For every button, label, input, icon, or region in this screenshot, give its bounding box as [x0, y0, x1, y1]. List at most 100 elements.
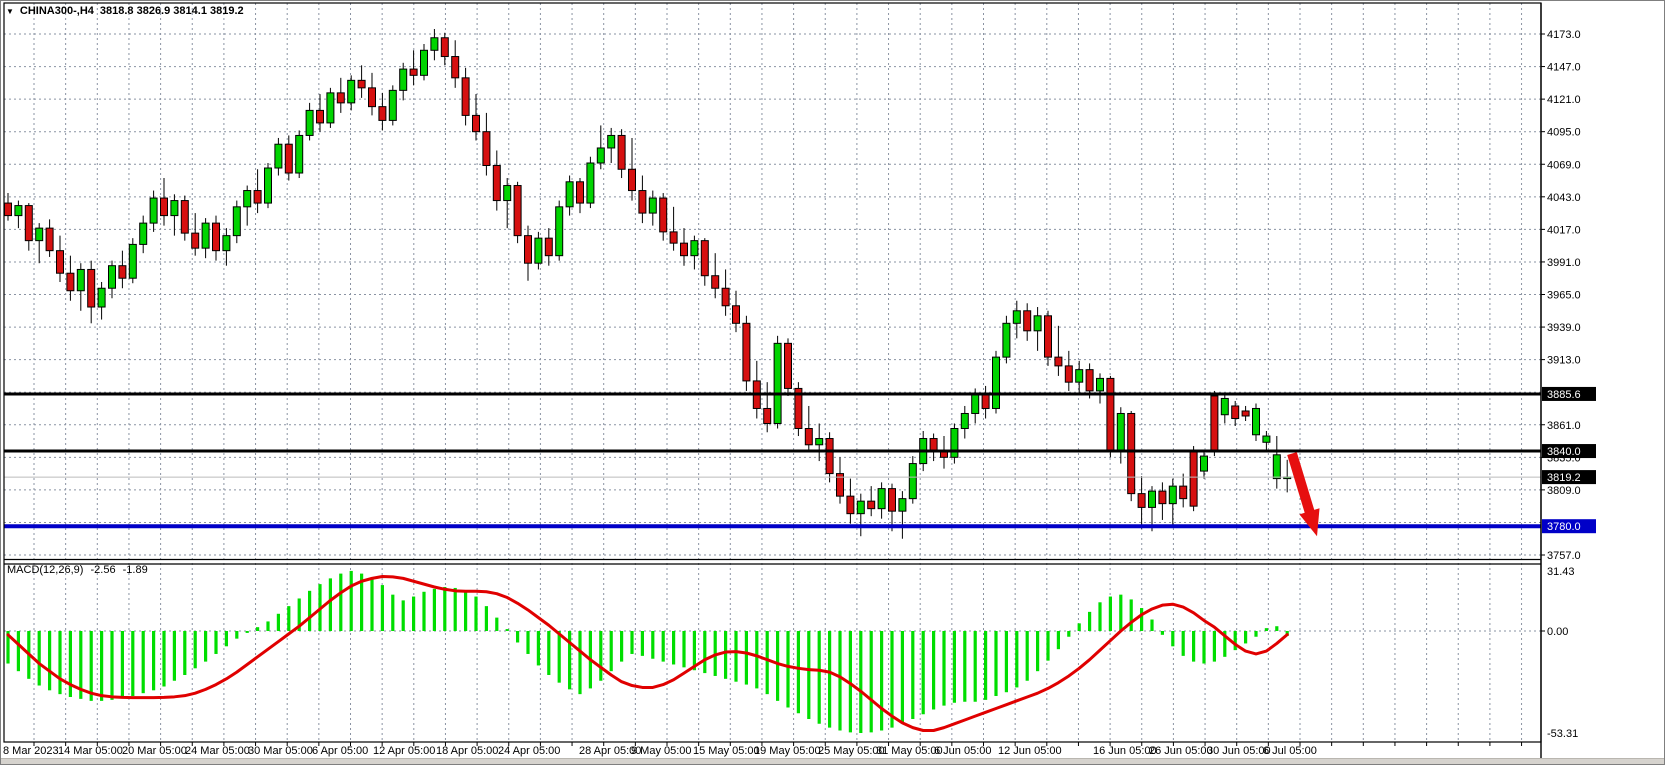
bear-candle — [742, 322, 751, 382]
bull-candle — [1116, 412, 1125, 452]
bull-candle — [1200, 455, 1208, 472]
bear-candle — [45, 227, 54, 252]
bear-candle — [825, 438, 834, 475]
bear-candle — [4, 202, 12, 217]
bull-candle — [222, 235, 231, 252]
time-tick-label: 6 Apr 05:00 — [312, 745, 368, 757]
price-tick-label: 4121.0 — [1547, 94, 1581, 106]
price-tick-label: 3757.0 — [1547, 550, 1581, 562]
price-tick-label: 3991.0 — [1547, 257, 1581, 269]
bull-candle — [1262, 435, 1271, 443]
price-tick-label: 3861.0 — [1547, 420, 1581, 432]
bull-candle — [347, 79, 356, 104]
price-tick-label: 3939.0 — [1547, 322, 1581, 334]
bull-candle — [898, 498, 907, 512]
bear-candle — [482, 131, 491, 167]
time-axis-labels[interactable]: 8 Mar 2023 14 Mar 05:00 20 Mar 05:0024 Mar… — [3, 742, 1523, 757]
bear-candle — [180, 200, 189, 234]
bear-candle — [659, 197, 668, 233]
bear-candle — [929, 438, 938, 452]
bear-candle — [118, 265, 127, 279]
chart-canvas[interactable]: 4173.0 4147.0 4121.0 4095.0 4069.0 4043.0 4017… — [1, 1, 1665, 765]
bull-candle — [856, 500, 865, 515]
bull-candle — [264, 167, 272, 204]
bear-candle — [1044, 315, 1052, 358]
symbol-title-row: ▼ CHINA300-,H4 3818.8 3826.9 3814.1 3819… — [6, 5, 244, 17]
bull-candle — [1168, 485, 1177, 505]
chart-menu-triangle-icon[interactable]: ▼ — [6, 7, 14, 16]
bull-candle — [773, 342, 782, 424]
bear-candle — [638, 190, 647, 214]
bear-candle — [336, 92, 345, 104]
bear-candle — [544, 237, 553, 257]
bear-candle — [784, 342, 792, 389]
bear-candle — [87, 268, 96, 308]
bear-candle — [524, 235, 532, 264]
bull-candle — [1033, 315, 1042, 332]
bear-candle — [1054, 356, 1063, 367]
price-tick-label: 4095.0 — [1547, 127, 1581, 139]
bull-candle — [690, 240, 699, 257]
price-tick-label: 4017.0 — [1547, 224, 1581, 236]
macd-value: -2.56 — [90, 564, 116, 576]
bull-candle — [1272, 454, 1281, 480]
time-tick-label: 20 Mar 05:00 — [122, 745, 187, 757]
bear-candle — [888, 488, 896, 512]
bull-candle — [274, 143, 283, 169]
time-tick-label: 6 Jun 05:00 — [934, 745, 992, 757]
bear-candle — [804, 428, 813, 446]
bull-candle — [149, 197, 158, 224]
bear-candle — [711, 275, 720, 289]
bull-candle — [170, 200, 179, 217]
time-tick-label: 30 Mar 05:00 — [248, 745, 313, 757]
price-tick-label: 4069.0 — [1547, 159, 1581, 171]
bull-candle — [503, 185, 512, 202]
bull-candle — [139, 222, 148, 245]
bear-candle — [191, 232, 200, 249]
bull-candle — [326, 92, 335, 124]
bull-candle — [232, 206, 241, 237]
symbol-timeframe-label: CHINA300-,H4 — [19, 5, 94, 17]
price-tick-label: 3965.0 — [1547, 290, 1581, 302]
bear-candle — [1179, 485, 1188, 500]
bull-candle — [534, 237, 543, 264]
window-bottom-edge — [1, 758, 1664, 764]
bear-candle — [24, 205, 33, 242]
bull-candle — [815, 438, 824, 446]
bear-candle — [253, 190, 262, 204]
bull-candle — [420, 49, 428, 76]
bear-candle — [472, 114, 480, 133]
bear-candle — [378, 106, 387, 121]
bear-candle — [451, 56, 460, 79]
bear-candle — [1127, 412, 1136, 495]
bull-candle — [128, 243, 137, 279]
price-badge-label: 3885.6 — [1547, 389, 1581, 401]
bull-candle — [1148, 490, 1156, 508]
bear-candle — [1241, 410, 1250, 417]
bull-candle — [596, 147, 605, 164]
chart-window: 4173.0 4147.0 4121.0 4095.0 4069.0 4043.0 4017… — [0, 0, 1665, 765]
time-tick-label: 12 Jun 05:00 — [998, 745, 1062, 757]
time-tick-label: 19 May 05:00 — [754, 745, 821, 757]
bear-candle — [368, 87, 376, 108]
bull-candle — [1002, 322, 1011, 358]
macd-signal-value: -1.89 — [122, 564, 148, 576]
bear-candle — [284, 143, 293, 174]
time-tick-label: 6 Jul 05:00 — [1263, 745, 1317, 757]
ohlc-values-label: 3818.8 3826.9 3814.1 3819.2 — [99, 5, 244, 17]
time-tick-label: 30 Jun 05:00 — [1207, 745, 1271, 757]
bear-candle — [576, 181, 584, 204]
macd-indicator-name: MACD(12,26,9) — [7, 564, 84, 576]
bear-candle — [1158, 490, 1167, 505]
bull-candle — [908, 463, 917, 500]
bear-candle — [700, 240, 709, 277]
bear-candle — [440, 37, 449, 58]
bull-candle — [1075, 369, 1084, 383]
bear-candle — [1189, 450, 1198, 507]
price-tick-label: 3809.0 — [1547, 485, 1581, 497]
bull-candle — [1220, 397, 1229, 416]
bull-candle — [388, 89, 397, 121]
bear-candle — [1023, 310, 1032, 332]
bull-candle — [201, 222, 210, 249]
time-tick-label: 25 May 05:00 — [818, 745, 885, 757]
